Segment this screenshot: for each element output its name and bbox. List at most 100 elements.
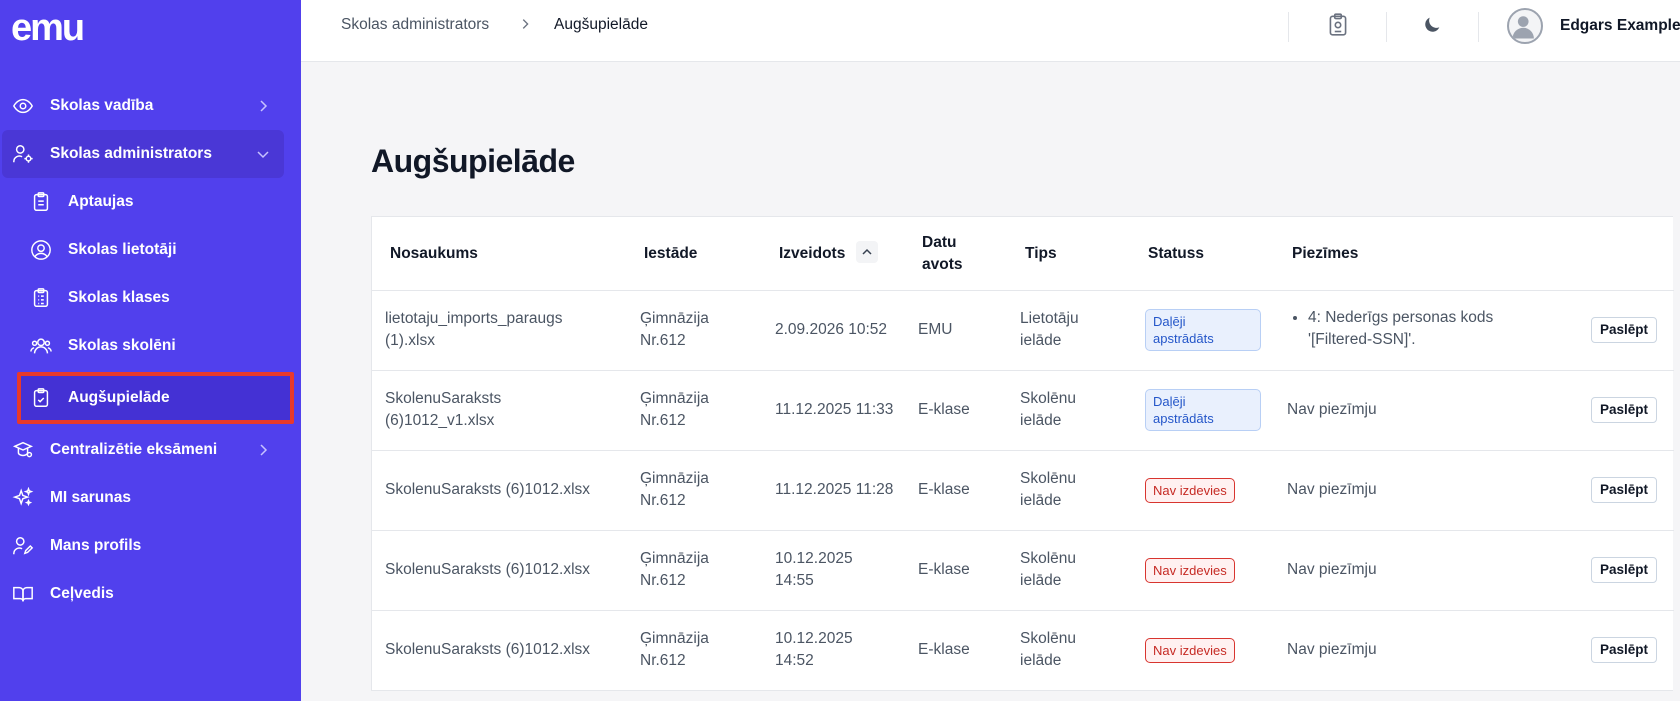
cell-line: Ģimnāzija — [640, 550, 709, 567]
table-row: SkolenuSaraksts (6)1012_v1.xlsx Ģimnāzija… — [372, 371, 1674, 451]
badge-line: apstrādāts — [1153, 331, 1214, 346]
user-name[interactable]: Edgars Example — [1560, 17, 1680, 35]
status-badge-partial: Daļēji apstrādāts — [1145, 389, 1261, 431]
badge-line: apstrādāts — [1153, 411, 1214, 426]
clipboard-list-icon — [33, 288, 49, 307]
cell-type: Lietotāju ielāde — [1020, 308, 1079, 352]
note-line: '[Filtered-SSN]'. — [1308, 331, 1416, 348]
cell-notes: Nav piezīmju — [1287, 641, 1377, 658]
column-header-status[interactable]: Statuss — [1148, 243, 1204, 265]
cell-institution: Ģimnāzija Nr.612 — [640, 388, 709, 432]
sidebar-item-centralizetie-eksameni[interactable]: Centralizētie eksāmeni — [0, 426, 301, 474]
sidebar-item-label: Skolas vadība — [50, 97, 154, 114]
cell-created: 10.12.2025 14:52 — [775, 628, 853, 672]
cell-institution: Ģimnāzija Nr.612 — [640, 548, 709, 592]
column-header-institution[interactable]: Iestāde — [644, 243, 697, 265]
column-header-type[interactable]: Tips — [1025, 243, 1057, 265]
column-header-notes[interactable]: Piezīmes — [1292, 243, 1358, 265]
table-row: SkolenuSaraksts (6)1012.xlsx Ģimnāzija Nr… — [372, 451, 1674, 531]
eye-icon — [13, 98, 33, 114]
cell-source: E-klase — [918, 481, 970, 498]
cell-line: Skolēnu — [1020, 390, 1077, 407]
breadcrumb-current: Augšupielāde — [554, 16, 648, 33]
table-row: lietotaju_imports_paraugs (1).xlsx Ģimnāz… — [372, 291, 1674, 371]
sidebar-item-label: Skolas skolēni — [68, 337, 176, 354]
status-badge-failed: Nav izdevies — [1145, 638, 1235, 663]
users-icon — [30, 338, 52, 354]
cell-line: 10.12.2025 — [775, 630, 853, 647]
table-header-row: Nosaukums Iestāde Izveidots Datu avots T… — [372, 217, 1674, 291]
chevron-right-icon — [522, 19, 529, 29]
cell-line: 10.12.2025 — [775, 550, 853, 567]
moon-icon[interactable] — [1421, 14, 1443, 36]
column-header-name[interactable]: Nosaukums — [390, 243, 478, 265]
sidebar-item-skolas-lietotaji[interactable]: Skolas lietotāji — [0, 226, 301, 274]
top-bar: Skolas administrators Augšupielāde Edgar… — [301, 0, 1680, 62]
cell-source: EMU — [918, 321, 953, 338]
cell-type: Skolēnu ielāde — [1020, 468, 1076, 512]
table-row: SkolenuSaraksts (6)1012.xlsx Ģimnāzija Nr… — [372, 611, 1674, 691]
column-header-created[interactable]: Izveidots — [779, 243, 845, 265]
sidebar-item-augsupielade[interactable]: Augšupielāde — [17, 372, 294, 424]
cell-notes: Nav piezīmju — [1287, 481, 1377, 498]
cell-line: (6)1012_v1.xlsx — [385, 412, 495, 429]
cell-file-name: lietotaju_imports_paraugs (1).xlsx — [385, 308, 563, 352]
hide-button[interactable]: Paslēpt — [1591, 477, 1657, 503]
cell-line: ielāde — [1020, 332, 1062, 349]
cell-source: E-klase — [918, 401, 970, 418]
breadcrumb-link-skolas-administrators[interactable]: Skolas administrators — [341, 16, 489, 34]
sidebar-item-skolas-administrators[interactable]: Skolas administrators — [2, 130, 284, 178]
cell-notes: Nav piezīmju — [1287, 561, 1377, 578]
sidebar-item-label: Augšupielāde — [68, 389, 170, 406]
hide-button[interactable]: Paslēpt — [1591, 637, 1657, 663]
sidebar: emu Skolas vadība Skolas administrators … — [0, 0, 301, 701]
cell-created: 11.12.2025 11:33 — [775, 401, 894, 418]
sidebar-item-skolas-skoleni[interactable]: Skolas skolēni — [0, 322, 301, 370]
book-icon — [13, 586, 33, 602]
cell-line: Nr.612 — [640, 572, 686, 589]
sidebar-item-label: Ceļvedis — [50, 585, 114, 602]
user-gear-icon — [13, 145, 33, 163]
cell-line: SkolenuSaraksts — [385, 390, 502, 407]
cell-line: Nr.612 — [640, 412, 686, 429]
divider — [1288, 12, 1289, 42]
user-edit-icon — [13, 537, 34, 555]
page-title: Augšupielāde — [371, 143, 575, 179]
chevron-up-icon — [862, 248, 872, 255]
clipboard-badge-icon[interactable] — [1325, 12, 1351, 38]
cell-line: ielāde — [1020, 412, 1062, 429]
cell-type: Skolēnu ielāde — [1020, 388, 1076, 432]
status-badge-failed: Nav izdevies — [1145, 558, 1235, 583]
table-row: SkolenuSaraksts (6)1012.xlsx Ģimnāzija Nr… — [372, 531, 1674, 611]
cell-file-name: SkolenuSaraksts (6)1012.xlsx — [385, 481, 591, 498]
chevron-right-icon — [260, 100, 268, 112]
sidebar-item-celvedis[interactable]: Ceļvedis — [0, 570, 301, 618]
avatar[interactable] — [1507, 8, 1543, 44]
cell-line: Nr.612 — [640, 492, 686, 509]
chevron-right-icon — [260, 444, 268, 456]
cell-line: ielāde — [1020, 572, 1062, 589]
status-badge-partial: Daļēji apstrādāts — [1145, 309, 1261, 351]
cell-file-name: SkolenuSaraksts (6)1012_v1.xlsx — [385, 388, 501, 432]
svg-text:emu: emu — [11, 10, 83, 44]
emu-logo[interactable]: emu — [11, 10, 95, 44]
hide-button[interactable]: Paslēpt — [1591, 317, 1657, 343]
sidebar-item-mi-sarunas[interactable]: MI sarunas — [0, 474, 301, 522]
user-silhouette-icon — [1512, 16, 1534, 39]
sort-ascending-button[interactable] — [856, 241, 878, 263]
hide-button[interactable]: Paslēpt — [1591, 557, 1657, 583]
sidebar-item-skolas-vadiba[interactable]: Skolas vadība — [0, 82, 301, 130]
cell-line: (1).xlsx — [385, 332, 435, 349]
column-header-source-line-2: avots — [922, 256, 963, 273]
sidebar-item-skolas-klases[interactable]: Skolas klases — [0, 274, 301, 322]
cell-institution: Ģimnāzija Nr.612 — [640, 308, 709, 352]
cell-line: Ģimnāzija — [640, 310, 709, 327]
sidebar-item-label: Mans profils — [50, 537, 142, 554]
sidebar-item-aptaujas[interactable]: Aptaujas — [0, 178, 301, 226]
uploads-table: Nosaukums Iestāde Izveidots Datu avots T… — [371, 216, 1674, 691]
cell-file-name: SkolenuSaraksts (6)1012.xlsx — [385, 641, 591, 658]
sidebar-item-mans-profils[interactable]: Mans profils — [0, 522, 301, 570]
cell-created: 11.12.2025 11:28 — [775, 481, 894, 498]
hide-button[interactable]: Paslēpt — [1591, 397, 1657, 423]
column-header-source[interactable]: Datu avots — [922, 232, 963, 276]
